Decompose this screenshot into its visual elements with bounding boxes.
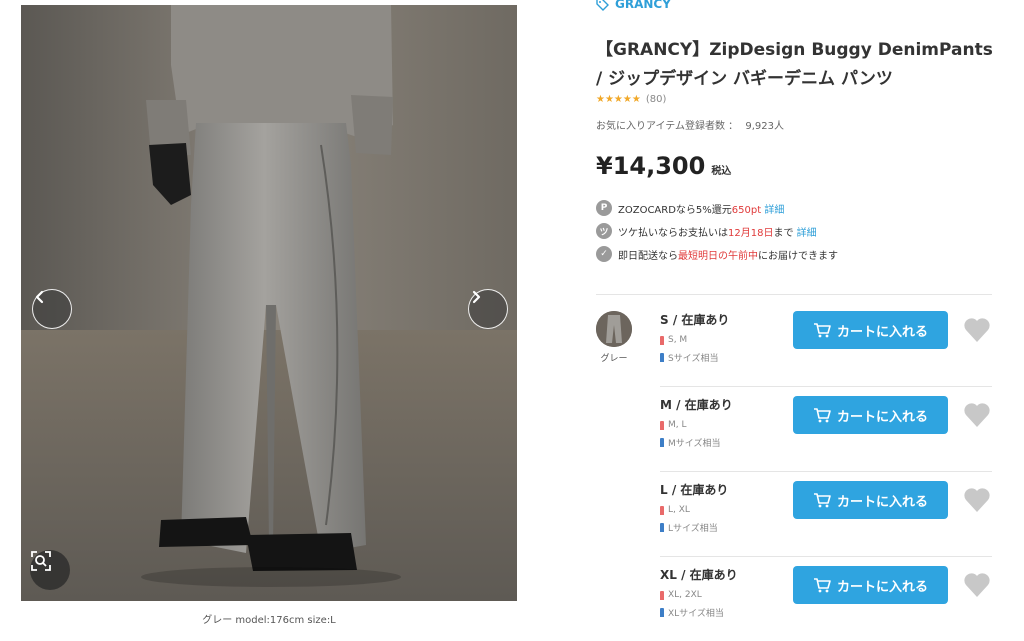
perk-text: ZOZOCARDなら5%還元: [618, 204, 732, 216]
perk-text: ツケ払いならお支払いは: [618, 227, 728, 239]
cart-icon: [813, 493, 831, 508]
female-size: S, M: [668, 335, 688, 345]
male-size: Sサイズ相当: [668, 354, 719, 364]
cart-button-label: カートに入れる: [836, 409, 928, 425]
price: ¥14,300 税込: [596, 152, 731, 180]
male-size: Mサイズ相当: [668, 439, 721, 449]
color-name: グレー: [600, 354, 628, 364]
female-icon: [660, 420, 664, 430]
tax-label: 税込: [711, 166, 732, 177]
female-size: M, L: [668, 420, 687, 430]
add-to-cart-button[interactable]: カートに入れる: [793, 481, 948, 519]
color-swatch[interactable]: [596, 311, 632, 347]
model-photo: [21, 5, 517, 601]
prev-image-button[interactable]: [32, 289, 72, 329]
tag-icon: [596, 0, 609, 11]
brand-name: GRANCY: [615, 0, 671, 11]
female-icon: [660, 335, 664, 345]
add-to-cart-button[interactable]: カートに入れる: [793, 311, 948, 349]
size-label: XL / 在庫あり: [660, 568, 738, 582]
male-icon: [660, 608, 664, 617]
male-size: Lサイズ相当: [668, 524, 718, 534]
perk-tsuke: ツ ツケ払いならお支払いは12月18日まで 詳細: [596, 223, 817, 239]
size-female: M, L: [660, 420, 687, 430]
perk-text: 即日配送なら: [618, 250, 678, 262]
size-row-xl: XL / 在庫あり XL, 2XL XLサイズ相当 カートに入れる: [660, 556, 992, 641]
cart-icon: [813, 578, 831, 593]
perk-text-b: まで: [773, 227, 797, 239]
size-label: M / 在庫あり: [660, 398, 733, 412]
perk-text-b: にお届けできます: [758, 250, 838, 262]
size-female: XL, 2XL: [660, 590, 702, 600]
brand-link[interactable]: GRANCY: [596, 0, 671, 11]
cart-button-label: カートに入れる: [836, 324, 928, 340]
size-male: Mサイズ相当: [660, 436, 721, 449]
points-icon: P: [596, 200, 612, 216]
female-icon: [660, 505, 664, 515]
chevron-left-icon: [35, 290, 44, 304]
female-size: XL, 2XL: [668, 590, 702, 600]
perk-zozocard: P ZOZOCARDなら5%還元650pt 詳細: [596, 200, 784, 216]
image-caption: グレー model:176cm size:L: [202, 615, 336, 626]
size-male: XLサイズ相当: [660, 606, 724, 619]
favorites-count: お気に入りアイテム登録者数 ： 9,923人: [596, 117, 784, 132]
perk-highlight: 最短明日の午前中: [678, 250, 758, 262]
next-image-button[interactable]: [468, 289, 508, 329]
favorite-heart-icon[interactable]: [963, 487, 991, 513]
male-icon: [660, 438, 664, 447]
swatch-thumbnail: [596, 311, 632, 347]
perk-detail-link[interactable]: 詳細: [797, 228, 817, 239]
size-row-m: M / 在庫あり M, L Mサイズ相当 カートに入れる: [660, 386, 992, 472]
product-title: 【GRANCY】ZipDesign Buggy DenimPants / ジップ…: [596, 40, 993, 89]
star-rating-icon: ★★★★★: [596, 94, 641, 105]
rating[interactable]: ★★★★★ (80): [596, 94, 666, 105]
size-female: L, XL: [660, 505, 690, 515]
zoom-button[interactable]: [30, 550, 70, 590]
divider: [596, 294, 992, 295]
add-to-cart-button[interactable]: カートに入れる: [793, 566, 948, 604]
size-row-s: S / 在庫あり S, M Sサイズ相当 カートに入れる: [660, 301, 992, 387]
zoom-search-icon: [31, 551, 51, 571]
cart-icon: [813, 408, 831, 423]
female-icon: [660, 590, 664, 600]
chevron-right-icon: [472, 290, 481, 304]
price-value: ¥14,300: [596, 152, 706, 180]
favorites-value: 9,923人: [745, 121, 785, 132]
size-male: Lサイズ相当: [660, 521, 718, 534]
perk-highlight: 12月18日: [728, 227, 774, 239]
favorite-heart-icon[interactable]: [963, 402, 991, 428]
favorite-heart-icon[interactable]: [963, 317, 991, 343]
perk-highlight: 650pt: [731, 204, 762, 216]
size-label: S / 在庫あり: [660, 313, 730, 327]
favorites-label: お気に入りアイテム登録者数 ：: [596, 121, 739, 132]
favorite-heart-icon[interactable]: [963, 572, 991, 598]
perk-delivery: ✓ 即日配送なら最短明日の午前中にお届けできます: [596, 246, 838, 262]
size-row-l: L / 在庫あり L, XL Lサイズ相当 カートに入れる: [660, 471, 992, 557]
review-count: (80): [645, 94, 667, 105]
cart-icon: [813, 323, 831, 338]
delivery-icon: ✓: [596, 246, 612, 262]
tsuke-pay-icon: ツ: [596, 223, 612, 239]
female-size: L, XL: [668, 505, 690, 515]
add-to-cart-button[interactable]: カートに入れる: [793, 396, 948, 434]
size-male: Sサイズ相当: [660, 351, 718, 364]
perk-detail-link[interactable]: 詳細: [764, 205, 784, 216]
size-label: L / 在庫あり: [660, 483, 729, 497]
product-image[interactable]: [21, 5, 517, 601]
male-icon: [660, 353, 664, 362]
size-female: S, M: [660, 335, 687, 345]
cart-button-label: カートに入れる: [836, 579, 928, 595]
male-size: XLサイズ相当: [668, 609, 724, 619]
male-icon: [660, 523, 664, 532]
cart-button-label: カートに入れる: [836, 494, 928, 510]
